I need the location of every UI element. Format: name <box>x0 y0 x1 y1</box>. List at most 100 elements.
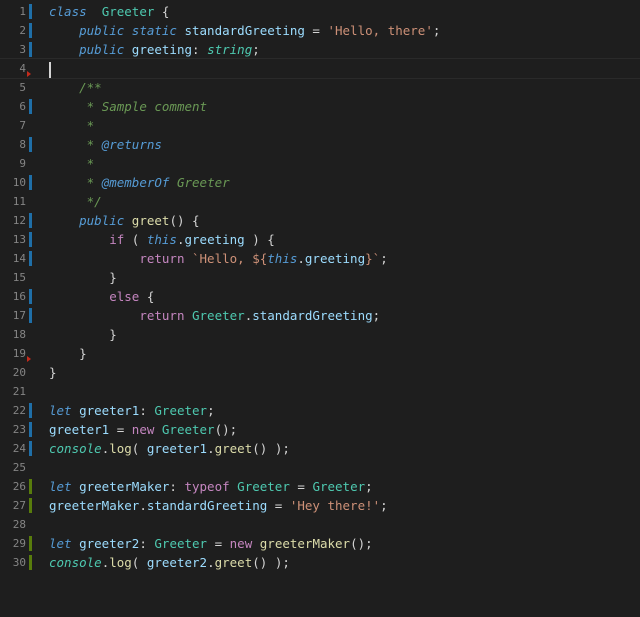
code-line[interactable]: 28 <box>0 515 640 534</box>
code-line[interactable]: 15 } <box>0 268 640 287</box>
code-line[interactable]: 4 <box>0 58 640 79</box>
modified-line-indicator <box>29 422 32 437</box>
modified-line-indicator <box>29 213 32 228</box>
code-token: Greeter <box>154 403 208 418</box>
code-line[interactable]: 18 } <box>0 325 640 344</box>
code-editor[interactable]: 1 class Greeter {2 public static standard… <box>0 0 640 617</box>
code-token: /** <box>79 80 102 95</box>
code-text: public greeting: string; <box>49 40 260 59</box>
code-text: * <box>49 116 95 135</box>
code-line[interactable]: 30 console.log( greeter2.greet() ); <box>0 553 640 572</box>
code-line[interactable]: 11 */ <box>0 192 640 211</box>
line-number: 2 <box>19 24 26 37</box>
code-line[interactable]: 17 return Greeter.standardGreeting; <box>0 306 640 325</box>
line-number: 21 <box>12 385 26 398</box>
code-line[interactable]: 1 class Greeter { <box>0 2 640 21</box>
code-line[interactable]: 2 public static standardGreeting = 'Hell… <box>0 21 640 40</box>
code-token: standardGreeting <box>146 498 268 513</box>
code-token: Greeter <box>154 536 208 551</box>
code-text: * <box>49 154 95 173</box>
code-line[interactable]: 5 /** <box>0 78 640 97</box>
code-token: console <box>49 441 102 456</box>
code-token: greeter2 <box>79 536 140 551</box>
code-token: 'Hey there!' <box>289 498 381 513</box>
added-line-indicator <box>29 555 32 570</box>
code-token: let <box>49 403 72 418</box>
code-line[interactable]: 14 return `Hello, ${this.greeting}`; <box>0 249 640 268</box>
code-line[interactable]: 29 let greeter2: Greeter = new greeterMak… <box>0 534 640 553</box>
code-token: string <box>207 42 253 57</box>
code-line[interactable]: 23 greeter1 = new Greeter(); <box>0 420 640 439</box>
code-line[interactable]: 25 <box>0 458 640 477</box>
code-token: { <box>139 289 155 304</box>
deleted-line-marker-icon[interactable] <box>27 71 31 77</box>
code-token: class <box>49 4 87 19</box>
modified-line-indicator <box>29 441 32 456</box>
added-line-indicator <box>29 498 32 513</box>
code-line[interactable]: 21 <box>0 382 640 401</box>
code-line[interactable]: 22 let greeter1: Greeter; <box>0 401 640 420</box>
code-token: greeter1 <box>79 403 140 418</box>
code-line[interactable]: 12 public greet() { <box>0 211 640 230</box>
code-token: console <box>49 555 102 570</box>
code-token: Greeter <box>101 4 155 19</box>
code-text: else { <box>49 287 154 306</box>
line-number: 6 <box>19 100 26 113</box>
code-token: return <box>139 251 185 266</box>
line-number: 5 <box>19 81 26 94</box>
code-token: greeterMaker <box>79 479 170 494</box>
code-text: } <box>49 344 87 363</box>
code-line[interactable]: 9 * <box>0 154 640 173</box>
line-number: 15 <box>12 271 26 284</box>
code-token: Greeter <box>237 479 290 494</box>
code-line[interactable]: 13 if ( this.greeting ) { <box>0 230 640 249</box>
code-token: greeting <box>131 42 193 57</box>
code-token: let <box>49 536 72 551</box>
deleted-line-marker-icon[interactable] <box>27 356 31 362</box>
code-line[interactable]: 8 * @returns <box>0 135 640 154</box>
code-text: if ( this.greeting ) { <box>49 230 275 249</box>
code-token: . <box>297 251 305 266</box>
code-line[interactable]: 10 * @memberOf Greeter <box>0 173 640 192</box>
code-line[interactable]: 26 let greeterMaker: typeof Greeter = Gre… <box>0 477 640 496</box>
line-number: 16 <box>12 290 26 303</box>
code-token: (); <box>214 422 238 437</box>
code-line[interactable]: 27 greeterMaker.standardGreeting = 'Hey t… <box>0 496 640 515</box>
modified-line-indicator <box>29 251 32 266</box>
code-line[interactable]: 7 * <box>0 116 640 135</box>
code-token: standardGreeting <box>184 23 305 38</box>
line-number: 10 <box>12 176 26 189</box>
code-line[interactable]: 6 * Sample comment <box>0 97 640 116</box>
code-token: greeterMaker <box>49 498 140 513</box>
code-token: . <box>207 441 215 456</box>
code-line[interactable]: 16 else { <box>0 287 640 306</box>
text-cursor <box>49 61 51 78</box>
code-token: . <box>176 232 185 247</box>
code-line[interactable]: 24 console.log( greeter1.greet() ); <box>0 439 640 458</box>
code-line[interactable]: 20} <box>0 363 640 382</box>
code-token: if <box>109 232 125 247</box>
code-text: /** <box>49 78 102 97</box>
code-token: public <box>79 42 125 57</box>
code-token: } <box>49 346 87 361</box>
code-token: ; <box>380 498 388 513</box>
line-number: 17 <box>12 309 26 322</box>
code-token: ( <box>131 441 147 456</box>
line-number: 20 <box>12 366 26 379</box>
code-token: let <box>49 479 72 494</box>
line-number: 30 <box>12 556 26 569</box>
code-line[interactable]: 3 public greeting: string; <box>0 40 640 59</box>
code-text <box>49 59 51 78</box>
code-line[interactable]: 19 } <box>0 344 640 363</box>
modified-line-indicator <box>29 232 32 247</box>
code-token: ; <box>252 42 260 57</box>
code-token: Greeter <box>192 308 245 323</box>
